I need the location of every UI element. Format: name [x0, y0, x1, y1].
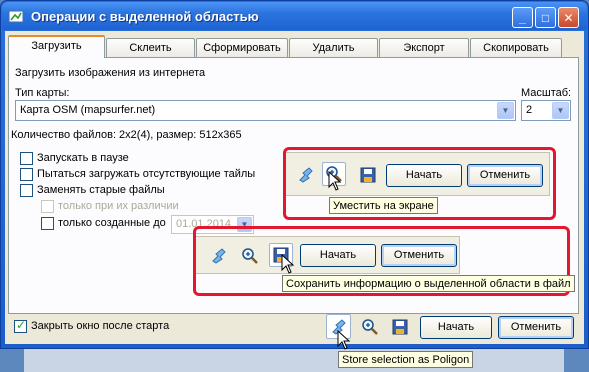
minimize-button[interactable]: _ — [512, 7, 533, 28]
files-info: Количество файлов: 2x2(4), размер: 512x3… — [11, 129, 242, 141]
pause-label: Запускать в паузе — [37, 152, 129, 164]
window-title: Операции с выделенной областью — [31, 9, 259, 24]
scale-value: 2 — [526, 104, 533, 116]
mouse-cursor-icon — [337, 330, 351, 350]
tab-merge[interactable]: Склеить — [106, 38, 195, 57]
cancel-button-label: Отменить — [510, 321, 562, 333]
title-bar: Операции с выделенной областью _ □ ✕ — [2, 2, 587, 30]
cancel-button[interactable]: Отменить — [498, 316, 574, 339]
tab-download[interactable]: Загрузить — [8, 35, 105, 58]
tab-label: Склеить — [129, 42, 172, 54]
save-icon[interactable] — [391, 318, 409, 336]
chevron-down-icon[interactable]: ▼ — [552, 102, 569, 119]
tooltip-fit-screen: Уместить на экране — [329, 197, 438, 214]
tab-label: Загрузить — [31, 40, 82, 52]
tooltip-store-polygon: Store selection as Poligon — [338, 351, 474, 368]
map-type-value: Карта OSM (mapsurfer.net) — [20, 104, 156, 116]
mouse-cursor-icon — [328, 171, 342, 191]
replace-old-checkbox[interactable] — [20, 184, 33, 197]
start-button-label: Начать — [437, 321, 475, 333]
tab-label: Удалить — [312, 42, 355, 54]
pause-checkbox[interactable] — [20, 152, 33, 165]
only-diff-label: только при их различии — [58, 200, 179, 212]
tooltip-save-info: Сохранить информацию о выделенной област… — [282, 275, 575, 292]
maximize-button[interactable]: □ — [535, 7, 556, 28]
zoom-fit-icon[interactable] — [361, 318, 379, 336]
only-created-checkbox[interactable] — [41, 217, 54, 230]
tab-label: Скопировать — [483, 42, 549, 54]
chevron-down-icon[interactable]: ▼ — [497, 102, 514, 119]
tab-export[interactable]: Экспорт — [379, 38, 469, 57]
mouse-cursor-icon — [281, 254, 295, 274]
try-missing-label: Пытаться загружать отсутствующие тайлы — [37, 168, 256, 180]
close-after-start-checkbox[interactable]: ✓ — [14, 318, 27, 333]
scale-label: Масштаб: — [521, 87, 572, 99]
only-diff-checkbox[interactable] — [41, 200, 54, 213]
only-created-label: только созданные до — [58, 217, 166, 229]
maximize-icon: □ — [541, 10, 550, 25]
app-icon — [8, 10, 24, 23]
tab-generate[interactable]: Сформировать — [196, 38, 288, 57]
map-type-select[interactable]: Карта OSM (mapsurfer.net) ▼ — [15, 100, 516, 121]
close-after-start-label: Закрыть окно после старта — [31, 320, 170, 332]
close-button[interactable]: ✕ — [558, 7, 579, 28]
map-type-label: Тип карты: — [15, 87, 70, 99]
minimize-icon: _ — [519, 10, 526, 25]
tab-copy[interactable]: Скопировать — [470, 38, 562, 57]
start-button[interactable]: Начать — [420, 316, 492, 339]
scale-select[interactable]: 2 ▼ — [521, 100, 571, 121]
replace-old-label: Заменять старые файлы — [37, 184, 165, 196]
try-missing-checkbox[interactable] — [20, 168, 33, 181]
tab-label: Сформировать — [203, 42, 281, 54]
tab-delete[interactable]: Удалить — [289, 38, 378, 57]
page-heading: Загрузить изображения из интернета — [15, 67, 206, 79]
tab-label: Экспорт — [403, 42, 445, 54]
close-icon: ✕ — [563, 10, 574, 25]
